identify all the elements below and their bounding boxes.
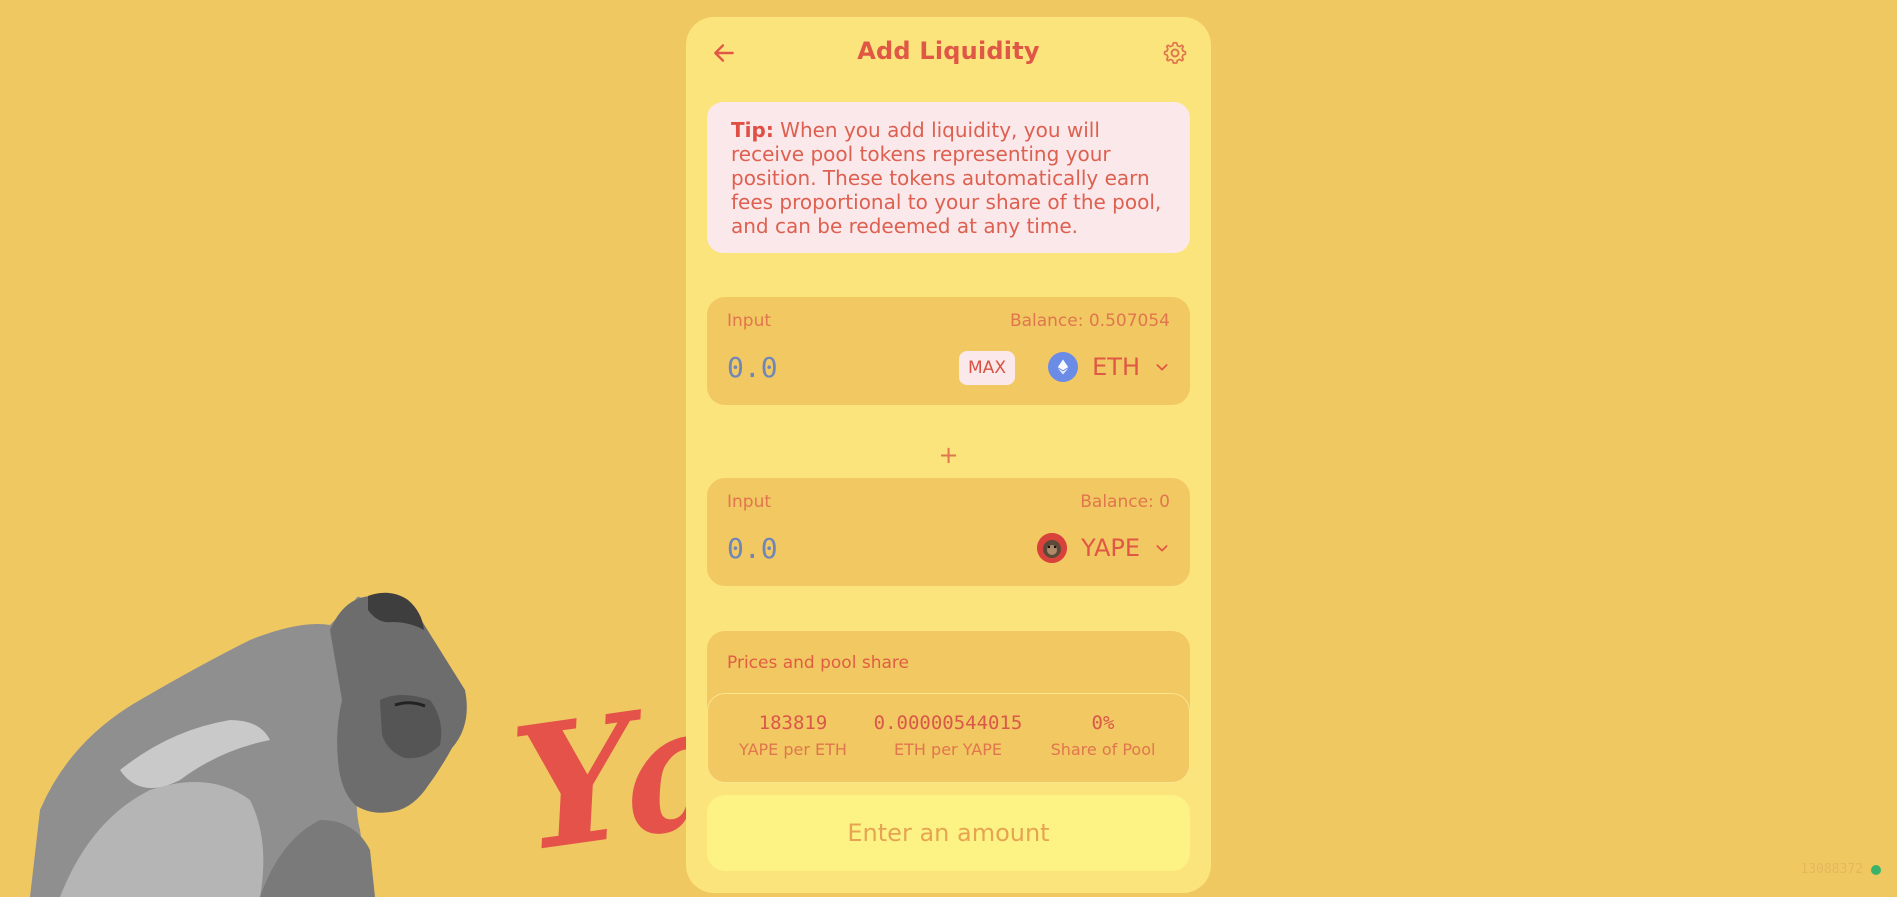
amount-input-yape[interactable] [727,530,927,566]
tip-text: When you add liquidity, you will receive… [731,118,1162,238]
enter-amount-button[interactable]: Enter an amount [707,795,1190,871]
tip-label: Tip: [731,118,774,142]
prices-title: Prices and pool share [727,653,909,673]
token-name: ETH [1092,353,1140,381]
chevron-down-icon [1156,364,1168,371]
chevron-down-icon [1156,545,1168,552]
block-number: 13088372 [1800,862,1863,877]
balance-text: Balance: 0.507054 [1009,311,1170,331]
tip-box: Tip: When you add liquidity, you will re… [707,102,1190,253]
status-dot-icon [1871,864,1881,875]
stat-label: Share of Pool [1050,740,1156,759]
amount-input-eth[interactable] [727,349,927,385]
input-label: Input [727,492,772,512]
stat-label: ETH per YAPE [894,740,1002,759]
token-name: YAPE [1081,534,1140,562]
token-selector-yape[interactable]: YAPE [1037,528,1170,568]
stat-value: 0.00000544015 [873,712,1023,734]
card-header: Add Liquidity [686,35,1211,79]
stat-yape-per-eth: 183819 YAPE per ETH [723,712,863,759]
max-button[interactable]: MAX [959,351,1015,385]
ethereum-icon [1048,352,1079,382]
add-liquidity-card: Add Liquidity Tip: When you add liquidit… [686,17,1211,893]
prices-stats: 183819 YAPE per ETH 0.00000544015 ETH pe… [707,693,1190,783]
prices-pool-share-panel: Prices and pool share 183819 YAPE per ET… [707,631,1190,783]
token-selector-eth[interactable]: ETH [1048,347,1170,387]
gear-icon [1163,41,1187,64]
plus-icon: + [938,441,959,469]
page-title: Add Liquidity [857,37,1040,65]
balance-text: Balance: 0 [1080,492,1170,512]
input-panel-eth: Input Balance: 0.507054 MAX ETH [707,297,1190,405]
stat-value: 183819 [758,712,828,734]
stat-eth-per-yape: 0.00000544015 ETH per YAPE [863,712,1033,759]
stat-label: YAPE per ETH [739,740,847,759]
stat-share-of-pool: 0% Share of Pool [1033,712,1173,759]
stat-value: 0% [1091,712,1115,734]
input-panel-yape: Input Balance: 0 YAPE [707,478,1190,586]
yape-token-icon [1037,533,1068,563]
network-status: 13088372 [1800,862,1881,877]
input-label: Input [727,311,772,331]
settings-button[interactable] [1157,35,1193,71]
gorilla-illustration [30,592,467,897]
